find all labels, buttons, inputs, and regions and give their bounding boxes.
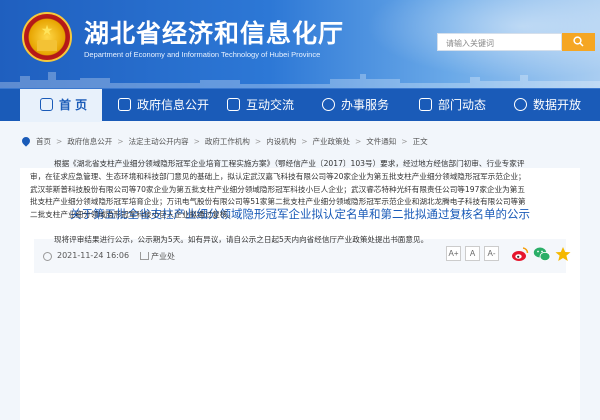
nav-item-interaction[interactable]: 互动交流 <box>227 89 294 122</box>
nav-item-label: 数据开放 <box>533 98 582 112</box>
service-icon <box>322 98 335 111</box>
source-icon <box>140 252 149 260</box>
font-decrease-button[interactable]: A- <box>484 246 499 261</box>
main-nav: 首 页 政府信息公开 互动交流 办事服务 部门动态 数据开放 <box>0 88 600 122</box>
nav-item-label: 政府信息公开 <box>137 98 210 112</box>
breadcrumb-link[interactable]: 首页 <box>36 137 51 146</box>
font-default-button[interactable]: A <box>465 246 480 261</box>
site-title: 湖北省经济和信息化厅 <box>84 19 345 48</box>
nav-item-label: 办事服务 <box>341 98 390 112</box>
article-body: 根据《湖北省支柱产业细分领域隐形冠军企业培育工程实施方案》（鄂经信产业〔2017… <box>30 158 530 247</box>
breadcrumb-link[interactable]: 政府信息公开 <box>67 137 112 146</box>
nav-item-service[interactable]: 办事服务 <box>322 89 389 122</box>
location-pin-icon <box>20 135 32 147</box>
breadcrumb-link[interactable]: 法定主动公开内容 <box>129 137 189 146</box>
nav-item-news[interactable]: 部门动态 <box>419 89 486 122</box>
breadcrumb-link[interactable]: 内设机构 <box>266 137 296 146</box>
font-increase-button[interactable]: A+ <box>446 246 461 261</box>
article-source: 产业处 <box>151 252 175 261</box>
search-icon <box>573 36 584 47</box>
breadcrumb-link[interactable]: 产业政策处 <box>312 137 350 146</box>
news-icon <box>419 98 432 111</box>
nav-item-home[interactable]: 首 页 <box>20 89 102 122</box>
breadcrumb: 首页 > 政府信息公开 > 法定主动公开内容 > 政府工作机构 > 内设机构 > 产业政策处 > 文件通… <box>20 135 428 148</box>
wechat-icon[interactable] <box>533 246 551 262</box>
publish-date: 2021-11-24 16:06 <box>57 251 130 260</box>
nav-item-open-data[interactable]: 数据开放 <box>514 89 581 122</box>
nav-item-info-disclosure[interactable]: 政府信息公开 <box>118 89 209 122</box>
data-icon <box>514 98 527 111</box>
site-header: ★ 湖北省经济和信息化厅 Department of Economy and I… <box>0 0 600 88</box>
breadcrumb-link[interactable]: 政府工作机构 <box>205 137 250 146</box>
favorite-icon[interactable] <box>554 246 572 262</box>
national-emblem-icon: ★ <box>22 12 72 62</box>
article-paragraph: 现将评审结果进行公示，公示期为5天。如有异议，请自公示之日起5天内向省经信厅产业… <box>54 234 429 244</box>
nav-item-label: 首 页 <box>59 98 88 112</box>
home-icon <box>40 98 53 111</box>
site-subtitle: Department of Economy and Information Te… <box>84 50 321 59</box>
breadcrumb-link[interactable]: 文件通知 <box>366 137 396 146</box>
clock-icon <box>43 252 52 261</box>
city-skyline-decoration <box>0 72 600 88</box>
search-input[interactable]: 请输入关键词 <box>437 33 562 51</box>
article-paragraph: 根据《湖北省支柱产业细分领域隐形冠军企业培育工程实施方案》（鄂经信产业〔2017… <box>30 159 526 220</box>
info-disclosure-icon <box>118 98 131 111</box>
breadcrumb-current: 正文 <box>412 137 428 146</box>
nav-item-label: 互动交流 <box>246 98 295 112</box>
search-button[interactable] <box>562 33 595 51</box>
weibo-icon[interactable] <box>511 246 529 262</box>
chat-icon <box>227 98 240 111</box>
nav-item-label: 部门动态 <box>438 98 487 112</box>
